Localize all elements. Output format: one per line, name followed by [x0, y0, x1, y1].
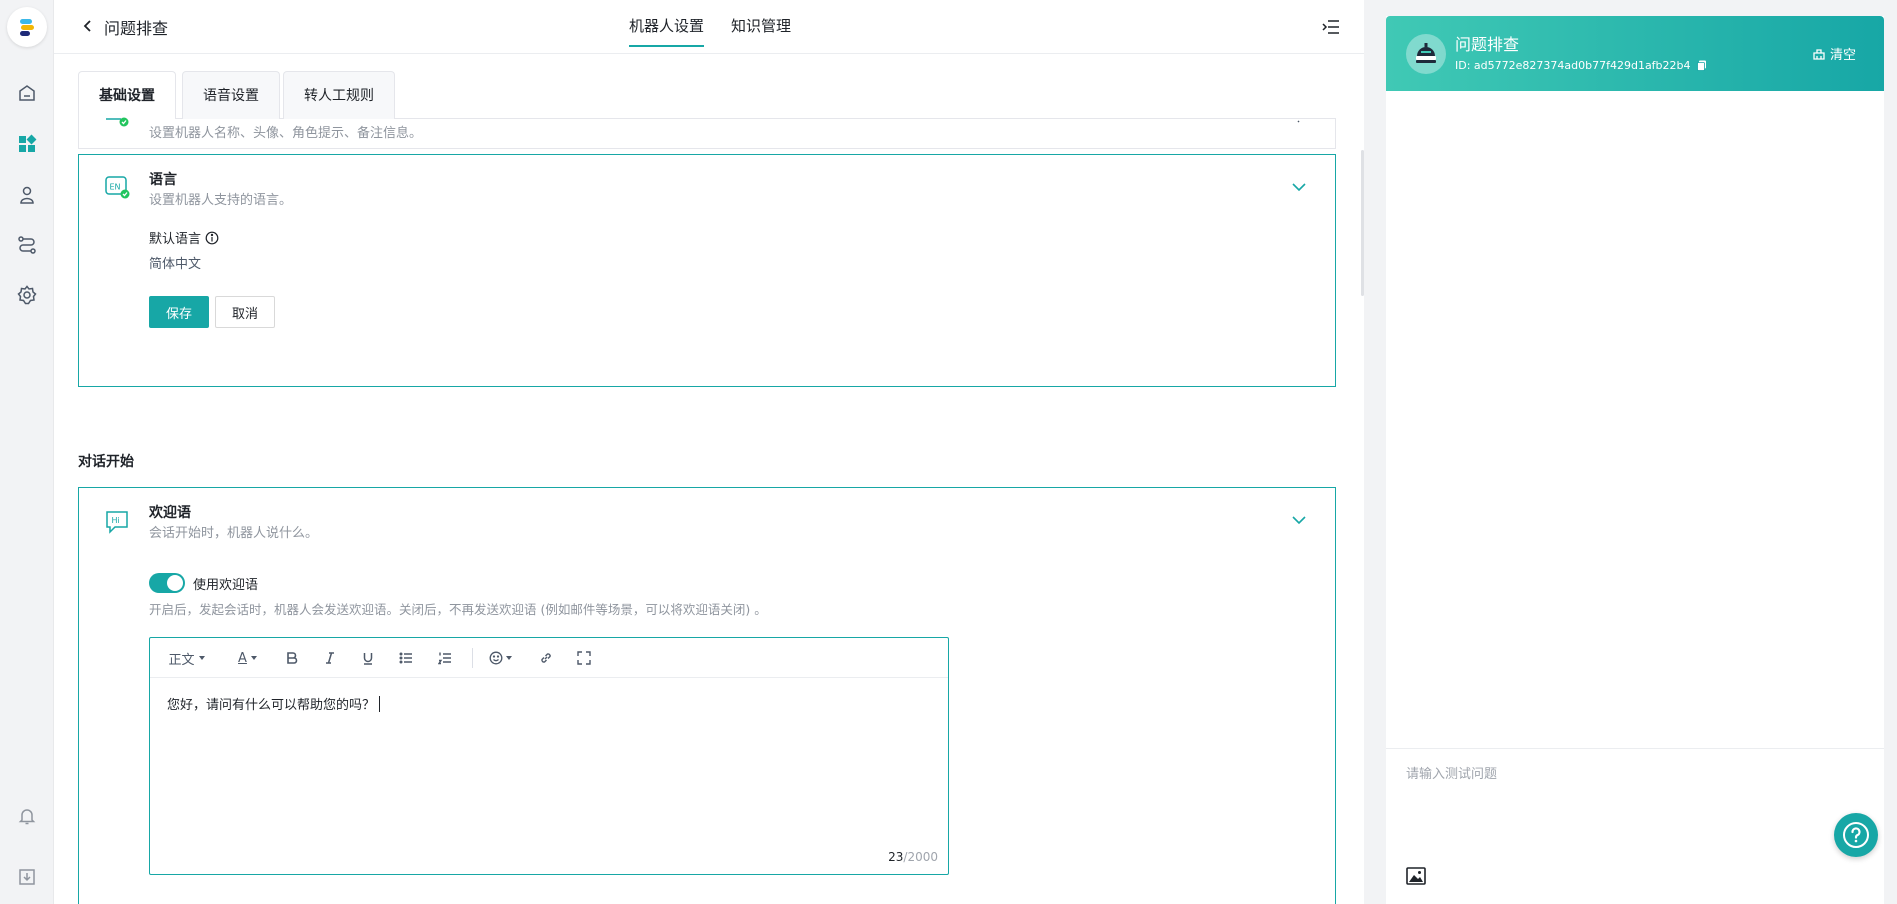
welcome-message-text: 您好，请问有什么可以帮助您的吗？: [167, 698, 376, 713]
welcome-toggle[interactable]: [149, 573, 185, 593]
welcome-toggle-label: 使用欢迎语: [193, 578, 259, 593]
main-content: 基础设置 语音设置 转人工规则 设置机器人名称、头像、角色提示、备注信息。 EN…: [54, 55, 1364, 904]
bullet-list-icon[interactable]: [394, 646, 418, 670]
default-language-value[interactable]: 简体中文: [149, 253, 201, 272]
bot-name: 问题排查: [1455, 35, 1520, 54]
dashboard-icon[interactable]: [12, 129, 42, 159]
test-question-input[interactable]: [1406, 763, 1836, 843]
svg-text:Hi: Hi: [112, 516, 120, 525]
paragraph-format-label: 正文: [168, 652, 195, 668]
text-caret: [379, 696, 381, 712]
default-language-label-row: 默认语言: [149, 228, 219, 247]
underline-icon[interactable]: [356, 646, 380, 670]
app-logo[interactable]: [7, 7, 47, 47]
hi-chat-icon: Hi: [103, 508, 133, 538]
default-language-label: 默认语言: [149, 232, 202, 247]
bot-id-row: ID: ad5772e827374ad0b77f429d1afb22b4: [1455, 59, 1707, 74]
welcome-editor[interactable]: 正文 A 您好，请问有什么可以帮助您的吗？ 23/2000: [149, 637, 949, 875]
bold-icon[interactable]: [280, 646, 304, 670]
page-title: 问题排查: [104, 19, 169, 38]
char-count: 23: [888, 850, 904, 864]
left-rail: [0, 0, 54, 904]
chevron-down-icon[interactable]: [1289, 113, 1309, 133]
editor-toolbar: 正文 A: [150, 638, 948, 678]
bot-avatar: [1406, 34, 1446, 74]
paragraph-format-dropdown[interactable]: 正文: [165, 646, 209, 670]
chat-header: 问题排查 ID: ad5772e827374ad0b77f429d1afb22b…: [1386, 16, 1884, 91]
subtab-transfer-rules[interactable]: 转人工规则: [283, 71, 395, 119]
save-button[interactable]: 保存: [149, 296, 209, 328]
profile-card-desc: 设置机器人名称、头像、角色提示、备注信息。: [149, 126, 423, 141]
fullscreen-icon[interactable]: [572, 646, 596, 670]
clear-label: 清空: [1829, 48, 1856, 63]
cancel-button[interactable]: 取消: [215, 296, 275, 328]
language-en-icon: EN: [103, 173, 133, 203]
section-dialog-start: 对话开始: [78, 454, 134, 470]
chat-window: 问题排查 ID: ad5772e827374ad0b77f429d1afb22b…: [1386, 16, 1884, 904]
copy-icon[interactable]: [1697, 60, 1707, 74]
settings-icon[interactable]: [12, 280, 42, 310]
bot-id: ID: ad5772e827374ad0b77f429d1afb22b4: [1455, 59, 1691, 72]
font-color-dropdown[interactable]: A: [233, 646, 263, 670]
clear-button[interactable]: 清空: [1812, 44, 1856, 63]
info-icon[interactable]: [205, 231, 219, 245]
chat-input-area: [1386, 748, 1884, 904]
italic-icon[interactable]: [318, 646, 342, 670]
tab-knowledge-management[interactable]: 知识管理: [731, 15, 791, 36]
home-icon[interactable]: [12, 78, 42, 108]
welcome-card-desc: 会话开始时，机器人说什么。: [149, 526, 319, 541]
language-card-desc: 设置机器人支持的语言。: [149, 193, 293, 208]
chevron-left-icon[interactable]: [76, 14, 100, 38]
subtab-voice[interactable]: 语音设置: [182, 71, 280, 119]
link-icon[interactable]: [534, 646, 558, 670]
toggle-knob: [167, 575, 183, 591]
char-max: /2000: [903, 850, 938, 864]
help-icon[interactable]: [1834, 813, 1878, 857]
editor-content[interactable]: 您好，请问有什么可以帮助您的吗？: [167, 694, 381, 713]
broom-icon: [1813, 48, 1825, 60]
chevron-down-icon[interactable]: [1289, 510, 1309, 530]
settings-subtabs: 基础设置 语音设置 转人工规则: [78, 71, 1336, 120]
collapse-menu-icon[interactable]: [1318, 14, 1344, 40]
svg-text:EN: EN: [110, 183, 121, 192]
welcome-hint: 开启后，发起会话时，机器人会发送欢迎语。关闭后，不再发送欢迎语 (例如邮件等场景…: [149, 602, 767, 617]
char-counter: 23/2000: [888, 850, 938, 864]
top-header: 问题排查 机器人设置 知识管理: [54, 0, 1364, 54]
font-color-label: A: [238, 650, 247, 666]
numbered-list-icon[interactable]: [433, 646, 457, 670]
chevron-down-icon[interactable]: [1289, 177, 1309, 197]
tab-robot-settings[interactable]: 机器人设置: [629, 15, 705, 47]
download-icon[interactable]: [12, 862, 42, 892]
test-chat-panel: 问题排查 ID: ad5772e827374ad0b77f429d1afb22b…: [1364, 0, 1897, 904]
profile-settings-icon: [103, 109, 133, 139]
flow-icon[interactable]: [12, 230, 42, 260]
emoji-icon[interactable]: [486, 646, 516, 670]
welcome-card-title: 欢迎语: [149, 505, 191, 521]
bell-icon[interactable]: [12, 801, 42, 831]
language-card-title: 语言: [149, 172, 177, 188]
image-upload-icon[interactable]: [1406, 867, 1428, 889]
language-card: EN 语言 设置机器人支持的语言。 默认语言 简体中文 保存 取消: [78, 154, 1336, 387]
welcome-card: Hi 欢迎语 会话开始时，机器人说什么。 使用欢迎语 开启后，发起会话时，机器人…: [78, 487, 1336, 904]
toolbar-divider: [472, 648, 473, 668]
user-icon[interactable]: [12, 180, 42, 210]
profile-card[interactable]: 设置机器人名称、头像、角色提示、备注信息。: [78, 117, 1336, 149]
